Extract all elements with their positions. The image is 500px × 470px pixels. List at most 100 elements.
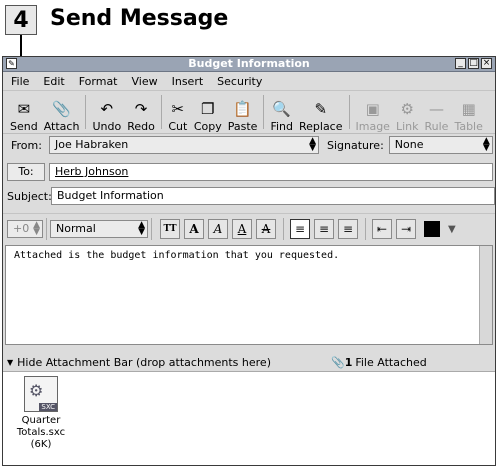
- bold-icon[interactable]: A: [184, 219, 204, 239]
- menu-security[interactable]: Security: [217, 75, 262, 88]
- paperclip-icon: 📎: [330, 355, 345, 369]
- attach-icon: 📎: [52, 100, 71, 118]
- attachment-item[interactable]: ⚙ SXC Quarter Totals.sxc (6K): [11, 376, 71, 451]
- copy-icon: ❐: [201, 100, 215, 118]
- align-left-icon[interactable]: ≡: [290, 219, 310, 239]
- image-label: Image: [355, 120, 390, 133]
- rule-button[interactable]: — Rule: [421, 93, 451, 133]
- paste-button[interactable]: 📋 Paste: [225, 93, 261, 133]
- undo-icon: ↶: [100, 100, 114, 118]
- redo-button[interactable]: ↷ Redo: [124, 93, 158, 133]
- attach-button[interactable]: 📎 Attach: [41, 93, 83, 133]
- hide-attachment-bar-link[interactable]: Hide Attachment Bar (drop attachments he…: [17, 356, 271, 369]
- font-size-select[interactable]: +0 ▲ ▼: [7, 220, 43, 238]
- menu-view[interactable]: View: [132, 75, 158, 88]
- image-icon: ▣: [365, 100, 380, 118]
- paste-icon: 📋: [233, 100, 252, 118]
- underline-icon[interactable]: A: [232, 219, 252, 239]
- find-button[interactable]: 🔍 Find: [267, 93, 296, 133]
- find-icon: 🔍: [272, 100, 292, 118]
- cut-icon: ✂: [171, 100, 185, 118]
- attachment-bar: ▼ Hide Attachment Bar (drop attachments …: [3, 353, 495, 371]
- link-button[interactable]: ⚙ Link: [393, 93, 422, 133]
- rule-label: Rule: [424, 120, 449, 133]
- attach-label: Attach: [43, 120, 80, 133]
- attachment-area: ⚙ SXC Quarter Totals.sxc (6K): [3, 371, 495, 465]
- subject-label: Subject:: [7, 189, 52, 203]
- to-recipient[interactable]: Herb Johnson: [55, 165, 128, 178]
- toolbar-separator: [348, 95, 350, 129]
- toolbar-separator: [85, 95, 87, 129]
- file-type-badge: SXC: [39, 403, 57, 411]
- attachment-count-label: File Attached: [355, 355, 427, 369]
- subject-field[interactable]: Budget Information: [51, 187, 495, 205]
- italic-icon[interactable]: A: [208, 219, 228, 239]
- send-button[interactable]: ✉ Send: [7, 93, 41, 133]
- from-select[interactable]: Joe Habraken ▲ ▼: [49, 136, 319, 154]
- undo-label: Undo: [92, 120, 122, 133]
- cut-button[interactable]: ✂ Cut: [165, 93, 191, 133]
- vertical-scrollbar[interactable]: [479, 246, 492, 344]
- window-title: Budget Information: [188, 57, 310, 70]
- menu-file[interactable]: File: [11, 75, 29, 88]
- chevron-down-icon[interactable]: ▼: [448, 224, 456, 235]
- copy-button[interactable]: ❐ Copy: [191, 93, 225, 133]
- link-icon: ⚙: [400, 100, 414, 118]
- spreadsheet-file-icon: ⚙ SXC: [24, 376, 58, 412]
- menu-format[interactable]: Format: [79, 75, 118, 88]
- text-color-swatch[interactable]: [424, 221, 440, 237]
- table-button[interactable]: ▦ Table: [451, 93, 485, 133]
- outdent-icon[interactable]: ⇤: [372, 219, 392, 239]
- title-bar[interactable]: ✎ Budget Information _ □ ×: [3, 57, 495, 72]
- send-label: Send: [10, 120, 38, 133]
- close-icon[interactable]: ×: [481, 58, 492, 69]
- compose-window: ✎ Budget Information _ □ × File Edit For…: [2, 56, 496, 466]
- copy-label: Copy: [193, 120, 222, 133]
- align-right-icon[interactable]: ≡: [338, 219, 358, 239]
- font-size-value: +0: [13, 222, 30, 235]
- signature-select[interactable]: None ▲ ▼: [388, 136, 493, 154]
- toolbar-separator: [160, 95, 162, 129]
- minimize-icon[interactable]: _: [455, 58, 466, 69]
- redo-label: Redo: [127, 120, 155, 133]
- step-title: Send Message: [50, 6, 229, 31]
- image-button[interactable]: ▣ Image: [353, 93, 393, 133]
- to-field[interactable]: Herb Johnson: [49, 163, 493, 181]
- subject-row: Subject: Budget Information: [3, 185, 495, 207]
- replace-label: Replace: [298, 120, 343, 133]
- indent-icon[interactable]: ⇥: [396, 219, 416, 239]
- message-body[interactable]: Attached is the budget information that …: [5, 245, 493, 345]
- menu-edit[interactable]: Edit: [43, 75, 64, 88]
- undo-button[interactable]: ↶ Undo: [89, 93, 124, 133]
- table-icon: ▦: [461, 100, 476, 118]
- paragraph-style-select[interactable]: Normal ▲ ▼: [50, 220, 148, 238]
- redo-icon: ↷: [134, 100, 148, 118]
- spin-arrows-icon: ▲ ▼: [138, 220, 145, 237]
- maximize-icon[interactable]: □: [468, 58, 479, 69]
- paste-label: Paste: [227, 120, 258, 133]
- table-label: Table: [454, 120, 483, 133]
- to-button[interactable]: To:: [7, 163, 45, 181]
- signature-label: Signature:: [327, 138, 384, 152]
- menu-insert[interactable]: Insert: [172, 75, 204, 88]
- from-label: From:: [11, 138, 42, 152]
- attachment-count: 1: [344, 355, 353, 369]
- to-row: To: Herb Johnson: [3, 161, 495, 183]
- expander-icon[interactable]: ▼: [7, 358, 13, 367]
- align-center-icon[interactable]: ≡: [314, 219, 334, 239]
- file-graphic-icon: ⚙: [29, 381, 44, 400]
- attachment-filename: Quarter Totals.sxc (6K): [16, 415, 66, 450]
- strikethrough-icon[interactable]: A: [256, 219, 276, 239]
- from-row: From: Joe Habraken ▲ ▼ Signature: None ▲ ▼: [3, 134, 495, 156]
- spin-arrows-icon: ▲ ▼: [33, 220, 40, 237]
- cut-label: Cut: [168, 120, 188, 133]
- message-text: Attached is the budget information that …: [14, 250, 340, 261]
- send-icon: ✉: [17, 100, 31, 118]
- fixed-width-icon[interactable]: TT: [160, 219, 180, 239]
- step-number: 4: [5, 5, 37, 35]
- rule-icon: —: [428, 100, 444, 118]
- paragraph-style-value: Normal: [56, 222, 96, 235]
- toolbar-separator: [263, 95, 265, 129]
- find-label: Find: [270, 120, 293, 133]
- replace-button[interactable]: ✎ Replace: [296, 93, 346, 133]
